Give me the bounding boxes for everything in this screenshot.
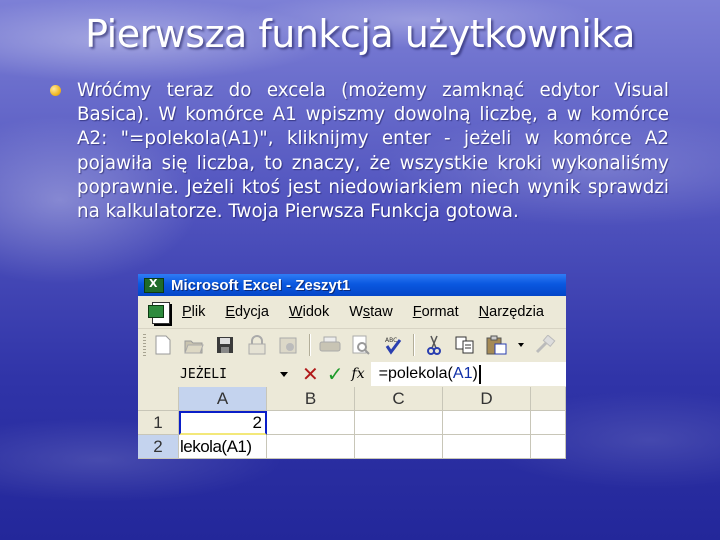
cell-b1[interactable]: [267, 411, 355, 435]
formula-bar: JEŻELI ✕ ✓ fx =polekola(A1): [138, 361, 566, 387]
cut-icon[interactable]: [423, 334, 444, 356]
print-preview-icon[interactable]: [351, 334, 372, 356]
toolbar-grip[interactable]: [143, 334, 146, 356]
menu-accel: E: [225, 304, 236, 320]
cell-c2[interactable]: [355, 435, 443, 459]
cell-b2[interactable]: [267, 435, 355, 459]
menu-plik[interactable]: Plik: [182, 304, 205, 320]
standard-toolbar: ABC: [138, 328, 566, 361]
new-icon[interactable]: [152, 334, 173, 356]
menu-widok[interactable]: Widok: [289, 304, 329, 320]
copy-icon[interactable]: [455, 334, 476, 356]
select-all-corner[interactable]: [138, 387, 179, 411]
formula-text-suffix: ): [472, 365, 478, 382]
excel-window-screenshot: Microsoft Excel - Zeszyt1 Plik Edycja Wi…: [138, 274, 566, 468]
slide-body-text: Wróćmy teraz do excela (możemy zamknąć e…: [77, 80, 669, 223]
column-header-b[interactable]: B: [267, 387, 355, 411]
excel-app-icon: [144, 277, 164, 293]
menu-narzedzia[interactable]: Narzędzia: [479, 304, 544, 320]
svg-text:ABC: ABC: [385, 337, 397, 344]
name-box-dropdown-icon[interactable]: [280, 371, 288, 377]
open-icon[interactable]: [183, 334, 204, 356]
menu-label: dycja: [235, 304, 269, 320]
cell-c1[interactable]: [355, 411, 443, 435]
cell-e1[interactable]: [531, 411, 566, 435]
menu-label: taw: [370, 304, 393, 320]
menu-label: ormat: [421, 304, 459, 320]
row-header-1[interactable]: 1: [138, 411, 179, 435]
menu-bar: Plik Edycja Widok Wstaw Format Narzędzia: [138, 296, 566, 328]
cell-d1[interactable]: [443, 411, 531, 435]
excel-titlebar: Microsoft Excel - Zeszyt1: [138, 274, 566, 296]
slide-title: Pierwsza funkcja użytkownika: [85, 12, 635, 56]
menu-accel: F: [412, 304, 422, 320]
menu-label: W: [349, 304, 363, 320]
paste-icon[interactable]: [486, 334, 508, 356]
menu-accel: W: [288, 304, 303, 320]
cell-d2[interactable]: [443, 435, 531, 459]
menu-wstaw[interactable]: Wstaw: [349, 304, 393, 320]
workbook-icon[interactable]: [148, 301, 170, 324]
column-header-a[interactable]: A: [179, 387, 267, 411]
bullet-icon: [50, 85, 61, 96]
enter-check-icon[interactable]: ✓: [327, 362, 344, 386]
column-header-d[interactable]: D: [443, 387, 531, 411]
formula-input[interactable]: =polekola(A1): [370, 362, 566, 386]
table-row: 1 2: [138, 411, 566, 435]
menu-format[interactable]: Format: [413, 304, 459, 320]
column-header-e[interactable]: [531, 387, 566, 411]
menu-label: arzędzia: [489, 304, 544, 320]
toolbar-separator: [308, 334, 311, 356]
print-icon[interactable]: [319, 334, 341, 356]
text-caret: [478, 364, 481, 384]
cancel-icon[interactable]: ✕: [302, 362, 319, 386]
table-row: 2 lekola(A1): [138, 435, 566, 459]
worksheet-grid: A B C D 1 2 2 lekola(A1): [138, 387, 566, 459]
save-icon[interactable]: [215, 334, 236, 356]
column-header-c[interactable]: C: [355, 387, 443, 411]
menu-accel: P: [182, 304, 192, 320]
toolbar-separator: [413, 334, 416, 356]
row-header-2[interactable]: 2: [138, 435, 179, 459]
cell-a2[interactable]: lekola(A1): [179, 435, 267, 459]
menu-label: idok: [302, 304, 330, 320]
format-painter-icon[interactable]: [534, 334, 556, 356]
permission-icon[interactable]: [246, 334, 267, 356]
formula-text-prefix: =polekola(: [378, 365, 453, 382]
name-box[interactable]: JEŻELI: [180, 367, 280, 382]
insert-function-icon[interactable]: fx: [352, 366, 365, 382]
cell-a1[interactable]: 2: [179, 411, 267, 435]
menu-label: lik: [191, 304, 206, 320]
column-header-row: A B C D: [138, 387, 566, 411]
menu-edycja[interactable]: Edycja: [225, 304, 269, 320]
email-icon[interactable]: [277, 334, 298, 356]
spelling-icon[interactable]: ABC: [382, 334, 403, 356]
cell-e2[interactable]: [531, 435, 566, 459]
formula-cell-reference: A1: [452, 365, 473, 382]
paste-dropdown-arrow[interactable]: [517, 343, 524, 347]
menu-accel: N: [478, 304, 490, 320]
window-title: Microsoft Excel - Zeszyt1: [171, 276, 351, 294]
